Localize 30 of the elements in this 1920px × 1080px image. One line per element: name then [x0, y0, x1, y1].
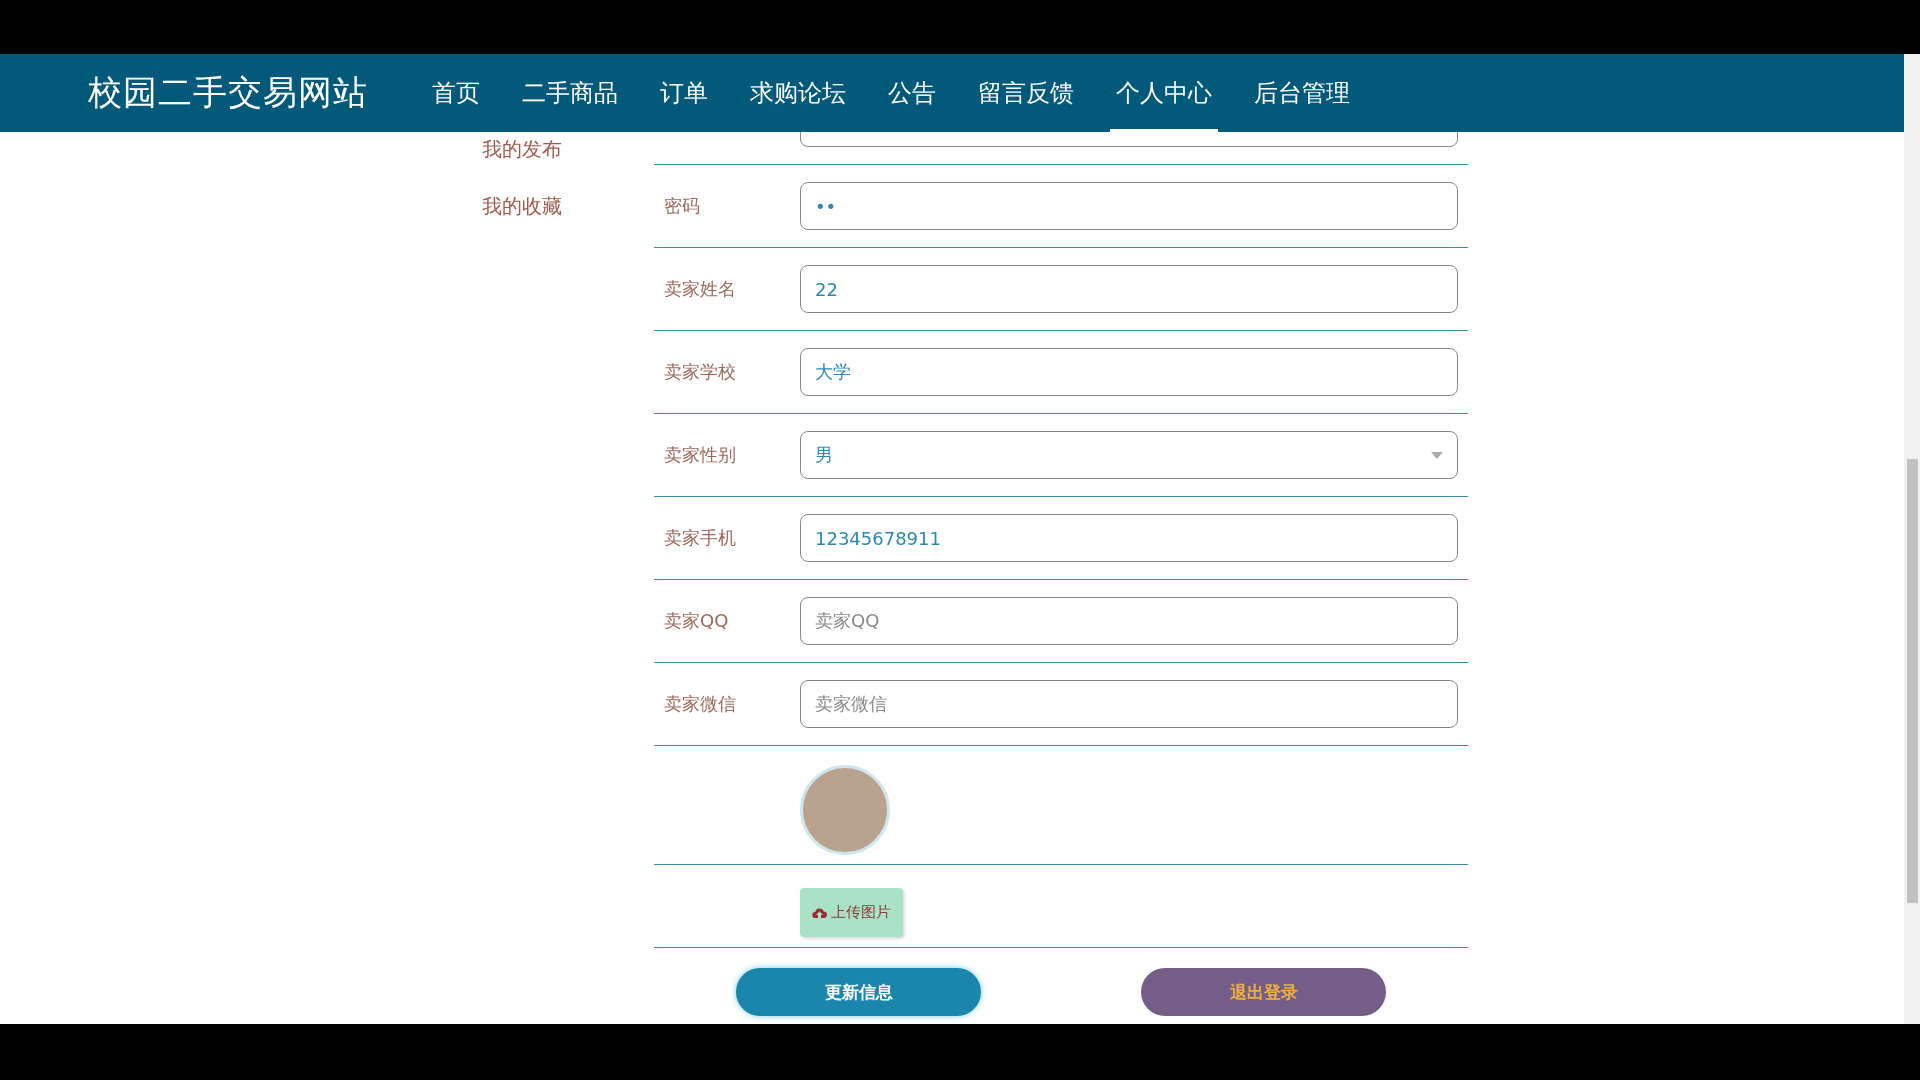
field-label: 密码: [663, 194, 701, 218]
sidebar-link[interactable]: 我的发布: [482, 136, 654, 163]
sidebar-link[interactable]: 我的收藏: [482, 193, 654, 220]
field-label: 卖家手机: [663, 526, 737, 550]
nav-link[interactable]: 求购论坛: [744, 54, 852, 132]
select-field[interactable]: 男: [800, 431, 1458, 479]
field-label: 卖家姓名: [663, 277, 737, 301]
update-button[interactable]: 更新信息: [736, 968, 981, 1016]
input-field[interactable]: 12345678911: [800, 514, 1458, 562]
cloud-upload-icon: [812, 906, 827, 919]
field-label: 卖家性别: [663, 443, 737, 467]
nav-link[interactable]: 二手商品: [516, 54, 624, 132]
nav-link[interactable]: 个人中心: [1110, 54, 1218, 132]
nav-link[interactable]: 留言反馈: [972, 54, 1080, 132]
logout-button[interactable]: 退出登录: [1141, 968, 1386, 1016]
input-field[interactable]: 大学: [800, 348, 1458, 396]
nav-link[interactable]: 首页: [426, 54, 486, 132]
input-field[interactable]: 卖家微信: [800, 680, 1458, 728]
nav-link[interactable]: 后台管理: [1248, 54, 1356, 132]
input-field[interactable]: 卖家QQ: [800, 597, 1458, 645]
nav-link[interactable]: 订单: [654, 54, 714, 132]
input-field[interactable]: ••: [800, 182, 1458, 230]
upload-button[interactable]: 上传图片: [800, 888, 903, 937]
nav-link[interactable]: 公告: [882, 54, 942, 132]
field-label: 卖家学校: [663, 360, 737, 384]
caret-icon: [1431, 451, 1443, 459]
input-field[interactable]: 22: [800, 265, 1458, 313]
field-label: 卖家QQ: [663, 609, 730, 633]
field-label: 卖家微信: [663, 692, 737, 716]
site-title: 校园二手交易网站: [88, 71, 368, 114]
